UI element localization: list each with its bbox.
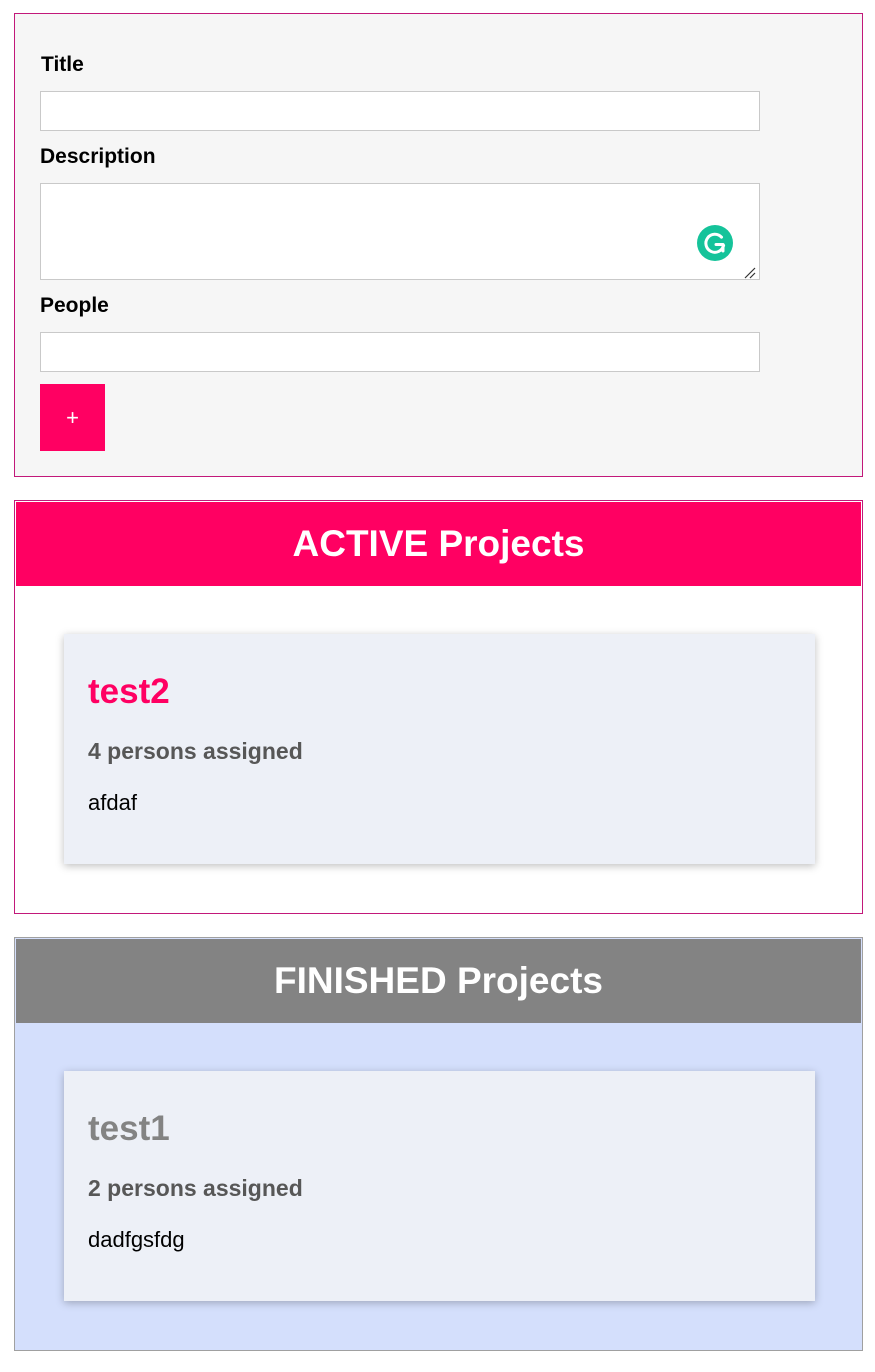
project-description: dadfgsfdg: [88, 1227, 185, 1252]
title-label: Title: [41, 53, 84, 76]
grammarly-icon[interactable]: [697, 225, 733, 261]
active-projects-section: ACTIVE Projects test2 4 persons assigned…: [14, 500, 863, 914]
description-label: Description: [40, 145, 156, 168]
resize-grip-icon[interactable]: [744, 266, 756, 279]
project-title: test2: [88, 672, 170, 711]
project-input-form: Title Description People +: [14, 13, 863, 477]
grammarly-glyph: [704, 232, 726, 254]
project-card[interactable]: test1 2 persons assigned dadfgsfdg: [64, 1071, 815, 1301]
project-card[interactable]: test2 4 persons assigned afdaf: [64, 634, 815, 864]
people-input[interactable]: [40, 332, 760, 372]
finished-projects-section: FINISHED Projects test1 2 persons assign…: [14, 937, 863, 1351]
add-project-button[interactable]: +: [40, 384, 105, 451]
description-textarea[interactable]: [40, 183, 760, 280]
finished-projects-heading: FINISHED Projects: [16, 939, 861, 1023]
project-persons: 4 persons assigned: [88, 738, 303, 764]
title-input[interactable]: [40, 91, 760, 131]
project-persons: 2 persons assigned: [88, 1175, 303, 1201]
people-label: People: [40, 294, 109, 317]
active-projects-heading: ACTIVE Projects: [16, 502, 861, 586]
project-title: test1: [88, 1109, 170, 1148]
project-description: afdaf: [88, 790, 137, 815]
